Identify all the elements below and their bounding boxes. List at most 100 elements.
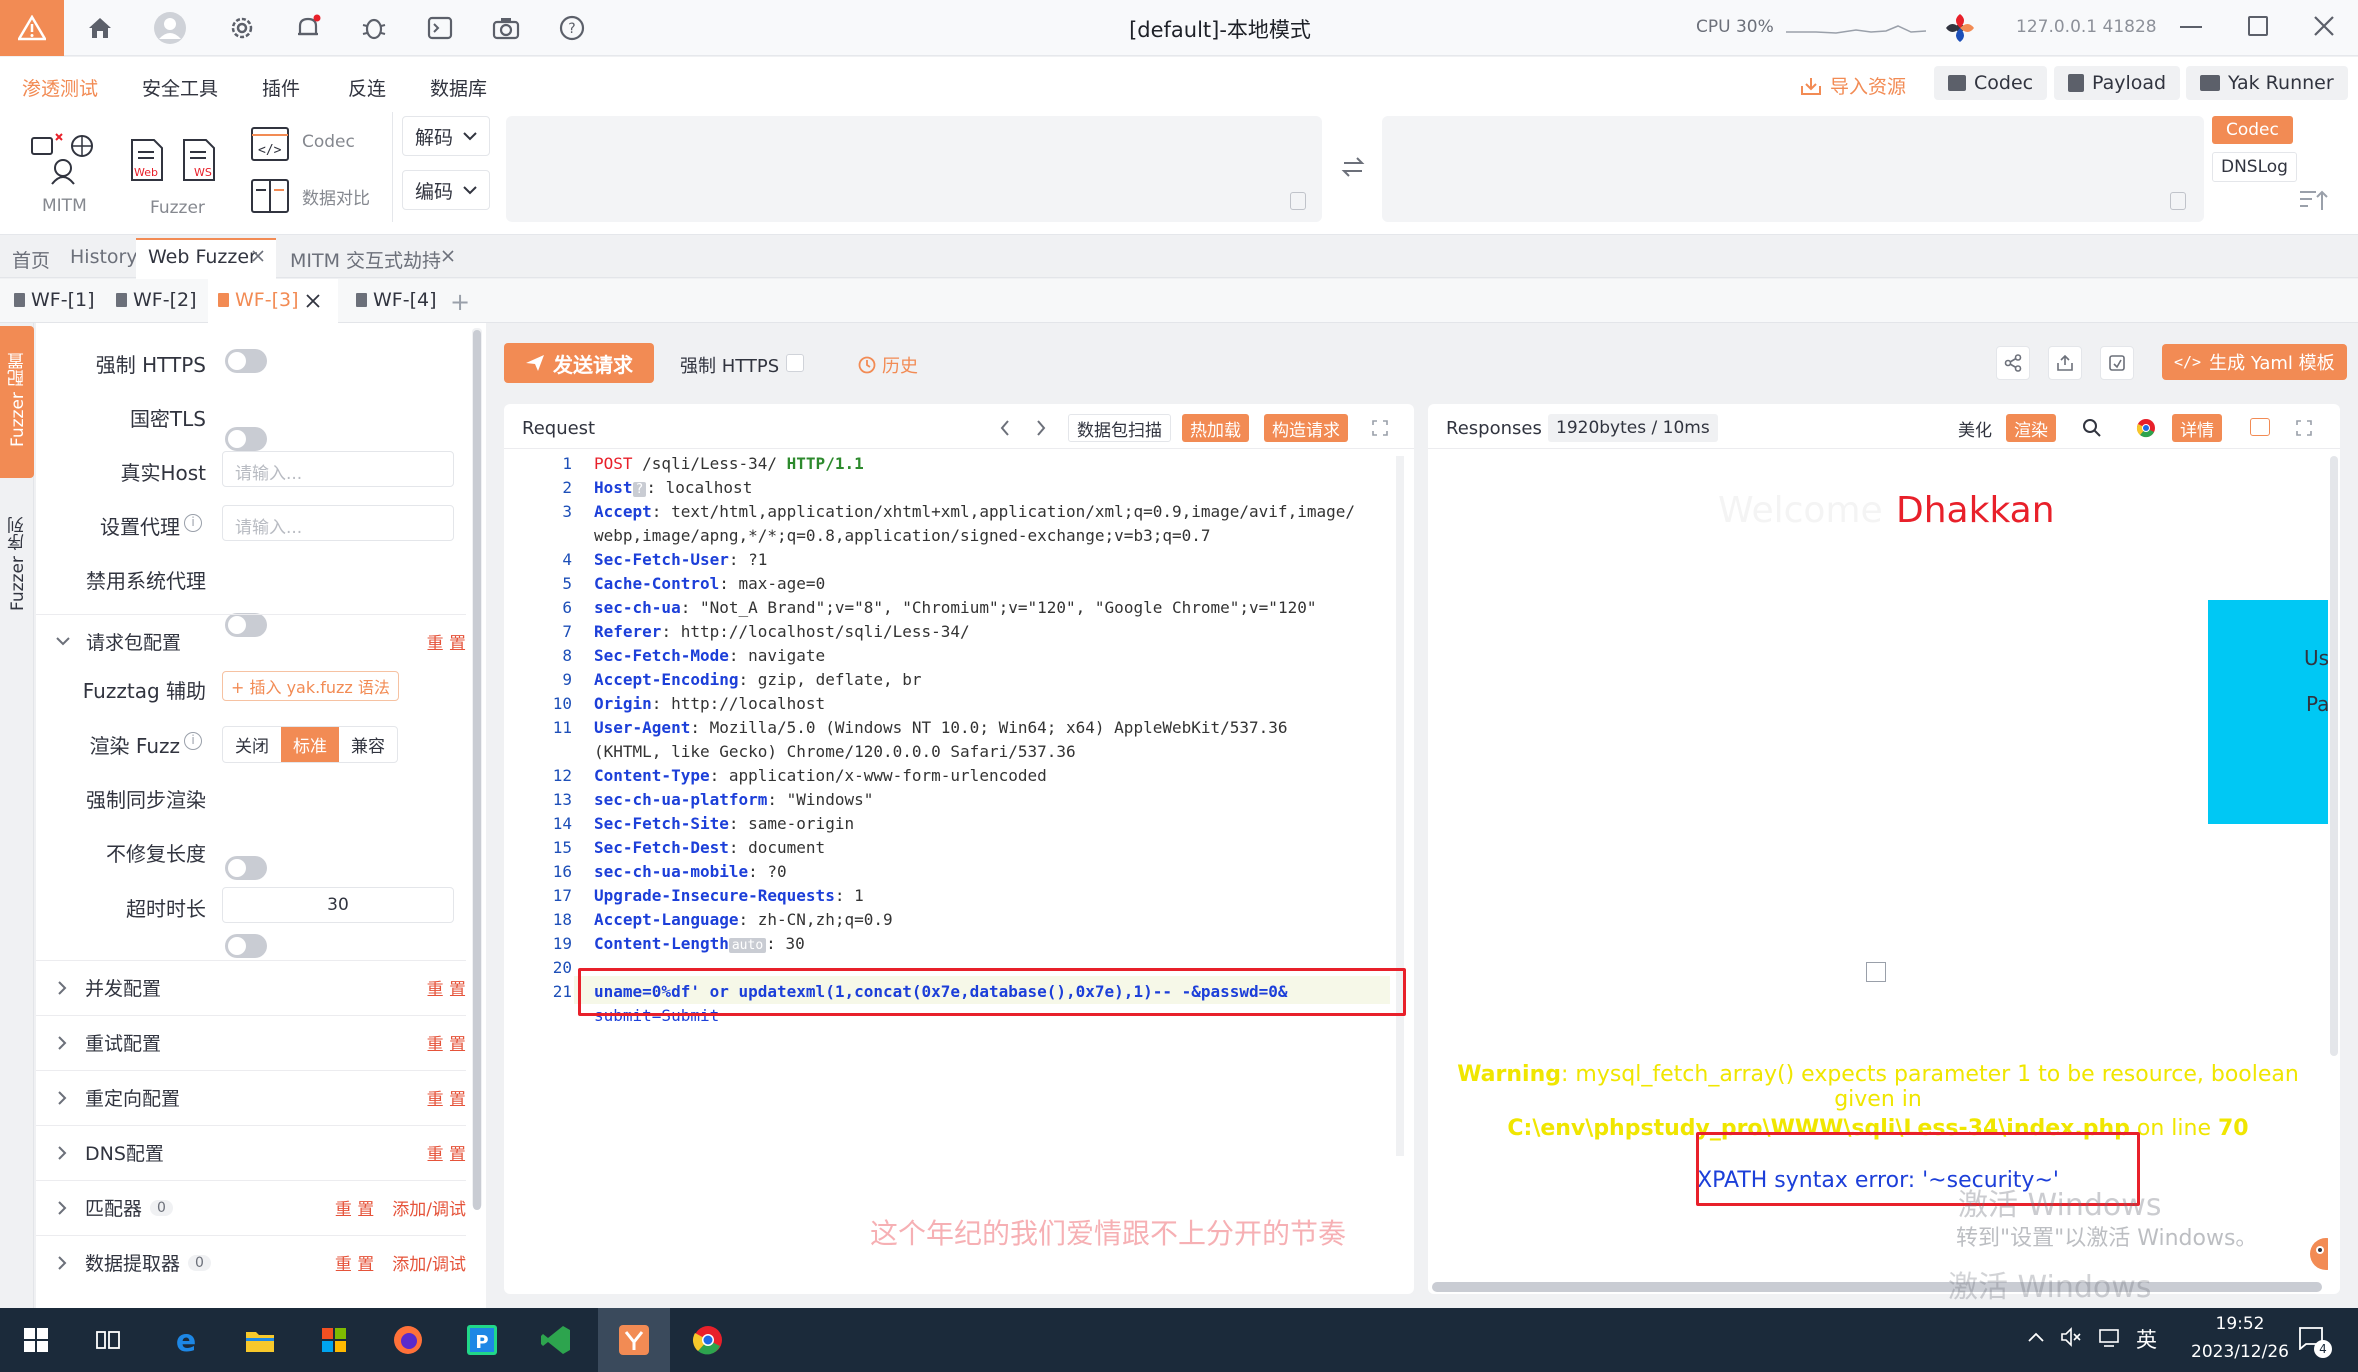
codec-input-box[interactable] [506,116,1322,222]
timeout-input[interactable]: 30 [222,887,454,923]
retry-section[interactable]: 重试配置 重 置 [36,1015,466,1069]
tab-wf-2[interactable]: WF-[2] [116,289,197,311]
mitm-icon[interactable] [30,130,96,186]
reset-button[interactable]: 重 置 [427,1140,466,1165]
search-icon[interactable] [2082,418,2102,438]
request-scrollbar[interactable] [1396,456,1404,1156]
close-tab-icon[interactable] [252,250,264,262]
send-request-button[interactable]: 发送请求 [504,343,654,383]
render-standard-option[interactable]: 标准 [281,727,339,762]
encode-dropdown[interactable]: 编码 [402,170,490,210]
menu-plugins[interactable]: 插件 [262,74,300,101]
menu-reverse[interactable]: 反连 [348,74,386,101]
payload-button[interactable]: Payload [2054,66,2181,100]
matcher-section[interactable]: 匹配器 0 重 置 添加/调试 [36,1180,466,1234]
share-icon[interactable] [1996,346,2030,380]
fullscreen-icon[interactable] [2296,420,2312,436]
tab-history[interactable]: History [70,246,138,268]
render-off-option[interactable]: 关闭 [223,727,281,762]
tab-wf-1[interactable]: WF-[1] [14,289,95,311]
firefox-icon[interactable] [378,1314,438,1366]
insert-fuzz-button[interactable]: + 插入 yak.fuzz 语法 [222,671,399,701]
response-hscrollbar[interactable] [1432,1282,2322,1292]
bug-icon[interactable] [356,10,392,46]
close-icon[interactable] [2312,14,2336,38]
codec-quick-button[interactable]: Codec [2212,116,2293,144]
tray-chevron-icon[interactable] [2028,1332,2044,1342]
no-fix-length-toggle[interactable] [225,934,267,958]
chrome-taskbar-icon[interactable] [678,1314,738,1366]
reset-button[interactable]: 重 置 [427,975,466,1000]
prev-icon[interactable] [1000,420,1010,436]
force-https-checkbox[interactable] [786,354,804,372]
clock-date[interactable]: 2023/12/26 [2168,1342,2312,1362]
ws-fuzzer-icon[interactable]: WS [180,138,218,182]
minimize-icon[interactable] [2180,26,2202,28]
tab-mitm[interactable]: MITM 交互式劫持 [290,246,441,273]
tab-home[interactable]: 首页 [12,246,50,273]
warning-icon[interactable] [0,0,64,56]
real-host-input[interactable]: 请输入... [222,451,454,487]
reset-button[interactable]: 重 置 [427,1030,466,1055]
terminal-icon[interactable] [422,10,458,46]
render-button[interactable]: 渲染 [2006,414,2056,442]
sync-render-toggle[interactable] [225,856,267,880]
response-scrollbar[interactable] [2330,456,2338,1056]
reset-button[interactable]: 重 置 [427,629,466,654]
vscode-icon[interactable] [526,1314,586,1366]
clock-time[interactable]: 19:52 [2190,1314,2290,1334]
gen-yaml-button[interactable]: </> 生成 Yaml 模板 [2162,344,2347,380]
decode-dropdown[interactable]: 解码 [402,116,490,156]
reset-button[interactable]: 重 置 [335,1250,374,1275]
camera-icon[interactable] [488,10,524,46]
bell-icon[interactable] [290,10,326,46]
task-view-icon[interactable] [78,1314,138,1366]
config-scrollbar[interactable] [473,330,481,1210]
add-debug-button[interactable]: 添加/调试 [392,1195,466,1220]
avatar-icon[interactable] [152,10,188,46]
pycharm-icon[interactable]: P [452,1314,512,1366]
home-icon[interactable] [82,10,118,46]
concurrency-section[interactable]: 并发配置 重 置 [36,960,466,1014]
copy-icon[interactable] [1290,192,1306,210]
network-icon[interactable] [2098,1328,2120,1348]
fullscreen-icon[interactable] [1372,420,1388,436]
codec-top-button[interactable]: Codec [1934,66,2048,100]
request-editor[interactable]: 1 POST /sqli/Less-34/ HTTP/1.1 2 Host?: loc… [524,452,1355,1028]
chrome-icon[interactable] [2136,418,2156,438]
ime-indicator[interactable]: 英 [2136,1324,2157,1354]
store-icon[interactable] [304,1314,364,1366]
beautify-button[interactable]: 美化 [1950,414,2000,442]
render-fuzz-segment[interactable]: 关闭 标准 兼容 [222,726,398,763]
force-https-toggle[interactable] [225,349,267,373]
windows-start-icon[interactable] [6,1314,66,1366]
details-button[interactable]: 详情 [2172,414,2222,442]
close-tab-icon[interactable] [306,294,320,308]
tab-wf-4[interactable]: WF-[4] [356,289,437,311]
comment-icon[interactable] [2250,418,2270,436]
build-request-button[interactable]: 构造请求 [1264,414,1348,442]
yak-runner-button[interactable]: Yak Runner [2186,66,2348,100]
history-button[interactable]: 历史 [858,352,918,378]
swap-icon[interactable] [1340,156,1366,178]
add-debug-button[interactable]: 添加/调试 [392,1250,466,1275]
dnslog-button[interactable]: DNSLog [2212,152,2297,182]
req-config-section[interactable]: 请求包配置 重 置 [36,614,466,668]
import-resource-button[interactable]: 导入资源 [1800,72,1906,99]
volume-icon[interactable] [2060,1326,2082,1348]
menu-security-tools[interactable]: 安全工具 [142,74,218,101]
proxy-input[interactable]: 请输入... [222,505,454,541]
menu-database[interactable]: 数据库 [430,74,487,101]
settings-icon[interactable] [224,10,260,46]
yak-engine-icon[interactable] [1944,12,1976,44]
codec-output-box[interactable] [1382,116,2204,222]
compare-icon[interactable] [250,178,290,214]
copy-icon[interactable] [2170,192,2186,210]
file-explorer-icon[interactable] [230,1314,290,1366]
import-icon[interactable] [2100,346,2134,380]
maximize-icon[interactable] [2248,16,2268,36]
reset-button[interactable]: 重 置 [427,1085,466,1110]
reset-button[interactable]: 重 置 [335,1195,374,1220]
redirect-section[interactable]: 重定向配置 重 置 [36,1070,466,1124]
add-tab-icon[interactable]: + [450,288,470,316]
